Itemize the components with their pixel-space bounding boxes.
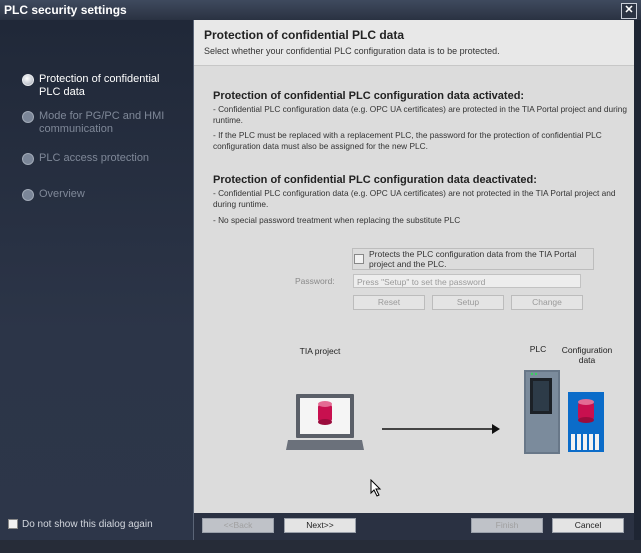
- step-bullet-icon: [22, 189, 34, 201]
- window-bottom-edge: [0, 540, 641, 553]
- protect-data-label: Protects the PLC configuration data from…: [369, 249, 577, 269]
- back-button[interactable]: <<Back: [202, 518, 274, 533]
- configuration-data-label: Configuration data: [561, 345, 613, 365]
- active-step-bullet-icon: [22, 74, 34, 86]
- dont-show-label: Do not show this dialog again: [22, 519, 153, 530]
- plc-label: PLC: [529, 344, 547, 354]
- plc-security-dialog: PLC security settings ✕ Protection of co…: [0, 0, 641, 553]
- activated-text-1: - Confidential PLC configuration data (e…: [213, 104, 627, 125]
- window-title: PLC security settings: [4, 3, 127, 17]
- title-bar: PLC security settings ✕: [0, 0, 641, 20]
- reset-button[interactable]: Reset: [353, 295, 425, 310]
- activated-text-2: - If the PLC must be replaced with a rep…: [213, 130, 602, 151]
- tia-project-label: TIA project: [299, 346, 341, 356]
- deactivated-text-2: - No special password treatment when rep…: [213, 215, 461, 225]
- password-field[interactable]: Press "Setup" to set the password: [353, 274, 581, 288]
- step-bullet-icon: [22, 153, 34, 165]
- finish-button[interactable]: Finish: [471, 518, 543, 533]
- protect-data-option[interactable]: Protects the PLC configuration data from…: [352, 248, 594, 270]
- close-icon[interactable]: ✕: [621, 3, 637, 19]
- dont-show-again-option[interactable]: Do not show this dialog again: [8, 519, 153, 530]
- nav-item-label: Overview: [39, 188, 85, 200]
- page-header: Protection of confidential PLC data Sele…: [194, 20, 634, 66]
- content-panel: Protection of confidential PLC data Sele…: [194, 20, 634, 513]
- dont-show-checkbox[interactable]: [8, 519, 18, 529]
- setup-button[interactable]: Setup: [432, 295, 504, 310]
- change-button[interactable]: Change: [511, 295, 583, 310]
- laptop-icon: [286, 394, 364, 450]
- activated-heading: Protection of confidential PLC configura…: [213, 90, 525, 102]
- cancel-button[interactable]: Cancel: [552, 518, 624, 533]
- deactivated-text-1: - Confidential PLC configuration data (e…: [213, 188, 616, 209]
- plc-device-icon: [524, 370, 560, 454]
- configuration-data-card-icon: [568, 392, 604, 452]
- deactivated-heading: Protection of confidential PLC configura…: [213, 174, 537, 186]
- arrow-right-icon: [382, 424, 500, 434]
- step-bullet-icon: [22, 111, 34, 123]
- nav-item-label: PLC access protection: [39, 152, 150, 164]
- page-title: Protection of confidential PLC data: [204, 28, 405, 42]
- page-subtitle: Select whether your confidential PLC con…: [204, 46, 500, 56]
- mouse-pointer-icon: [370, 479, 382, 497]
- password-label: Password:: [295, 276, 335, 286]
- next-button[interactable]: Next>>: [284, 518, 356, 533]
- nav-item-label: Protection of confidential PLC data: [39, 73, 160, 98]
- nav-item-label: Mode for PG/PC and HMI communication: [39, 110, 165, 135]
- protect-data-checkbox[interactable]: [354, 254, 364, 264]
